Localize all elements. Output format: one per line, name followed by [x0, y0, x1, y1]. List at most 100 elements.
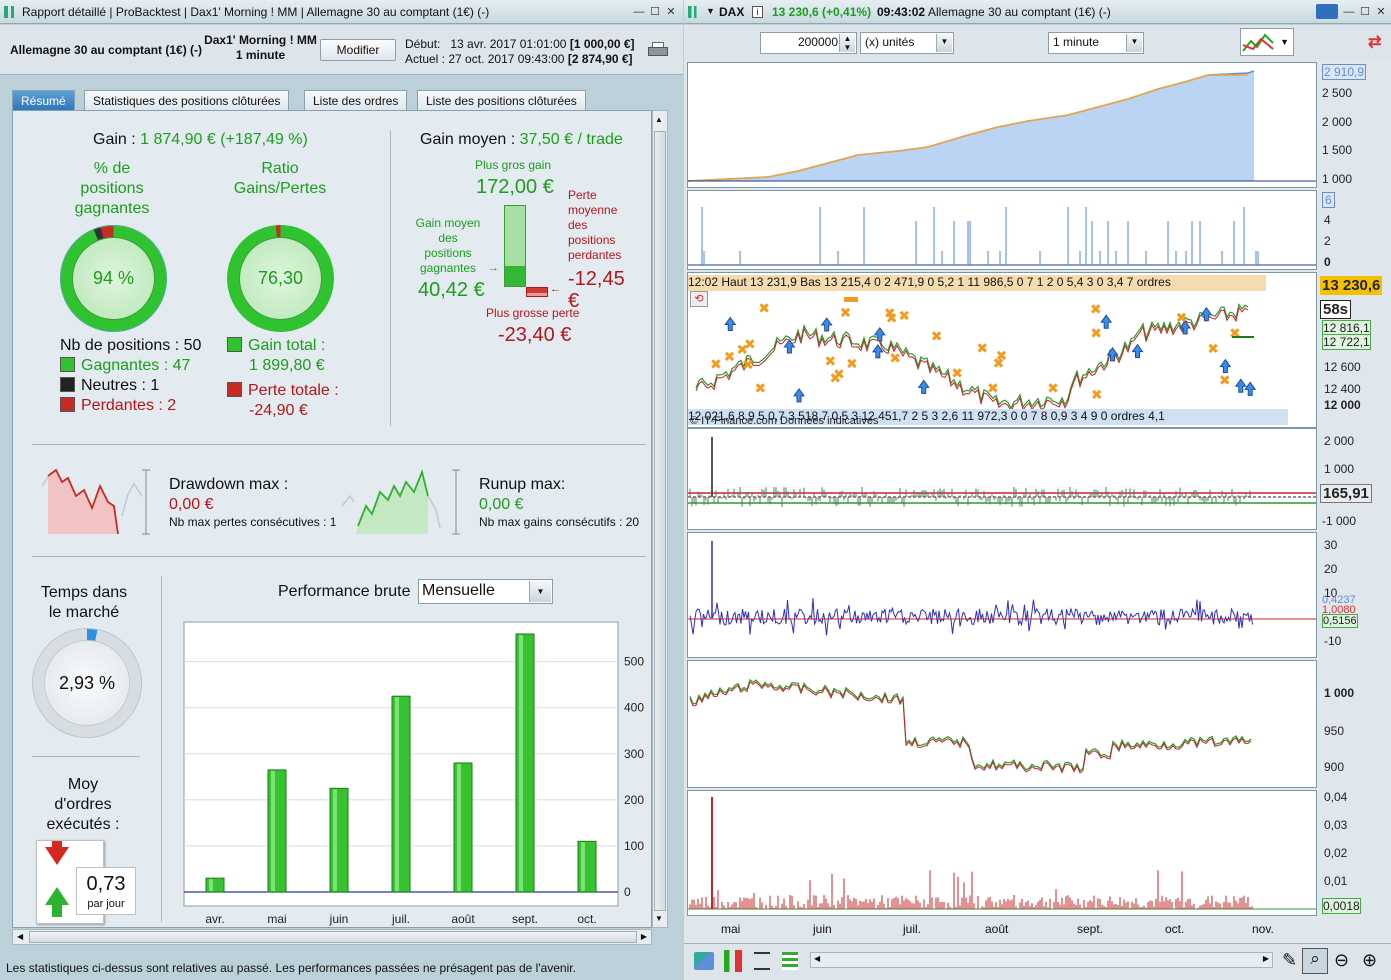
osc1-panel: © IT-Finance.com Données indicatives [687, 415, 1317, 530]
drawdown-label: Drawdown max : [169, 476, 289, 493]
gain-moyen-row: Gain moyen : 37,50 € / trade [420, 131, 623, 148]
refresh-icon[interactable]: ⟲ [690, 291, 708, 307]
tab-liste-ordres[interactable]: Liste des ordres [304, 90, 408, 110]
minimize-icon[interactable]: — [1342, 6, 1356, 18]
sell-marker-icon: ✖ [1090, 302, 1102, 318]
perf-xtick: juil. [391, 912, 410, 926]
buy-marker-icon: ✖ [931, 329, 943, 345]
print-icon[interactable] [648, 42, 668, 58]
sell-marker-icon: ✖ [710, 357, 722, 373]
perf-bar-highlight [519, 635, 523, 891]
modify-button[interactable]: Modifier [320, 39, 396, 61]
sell-marker-icon: ✖ [724, 349, 736, 365]
perdantes-row: Perdantes : 2 [60, 397, 176, 415]
perf-ylabels: 0 100 200 300 400 500 [624, 655, 644, 899]
pct-gagnantes-label: % de positions gagnantes [74, 160, 150, 217]
buy-marker-icon [783, 339, 796, 354]
drawdown-value: 0,00 € [169, 496, 214, 513]
horizontal-scrollbar[interactable]: ◀ ▶ [12, 929, 652, 945]
minimize-icon[interactable]: — [632, 6, 646, 18]
draw-tool-icon[interactable]: ✎ [1282, 950, 1297, 971]
time-axis: mai juin juil. août sept. oct. nov. [687, 918, 1317, 940]
quantity-input[interactable]: 200000 ▲ ▼ [760, 32, 857, 54]
buy-marker-icon [1244, 381, 1257, 396]
perf-xtick: avr. [205, 912, 224, 926]
zoom-select-icon[interactable]: ⌕ [1302, 948, 1328, 974]
keyboard-icon[interactable] [1316, 4, 1338, 19]
export-icon[interactable] [694, 952, 714, 970]
symbol-dropdown-icon[interactable]: ▼ [706, 6, 715, 16]
zoom-out-icon[interactable]: ⊖ [1334, 950, 1349, 971]
plus-gros-gain-value: 172,00 € [476, 176, 554, 198]
positions-panel [687, 190, 1317, 270]
sell-marker-icon: ✖ [898, 308, 910, 324]
close-icon[interactable]: ✕ [664, 6, 678, 18]
nb-positions: Nb de positions : 50 [60, 337, 202, 354]
price-header: 12:02 Haut 13 231,9 Bas 13 215,4 0 2 471… [688, 275, 1266, 291]
maximize-icon[interactable]: ☐ [1358, 6, 1372, 18]
info-icon[interactable]: i [752, 6, 763, 18]
neutres-row: Neutres : 1 [60, 377, 159, 395]
units-select[interactable]: (x) unités ▼ [860, 32, 954, 54]
time: 09:43:02 [877, 5, 926, 19]
sell-marker-icon: ✖ [951, 366, 963, 382]
perf-ytick: 500 [624, 655, 644, 669]
perf-bar-highlight [333, 789, 337, 891]
stepper-icon[interactable]: ▲ ▼ [839, 34, 855, 52]
tab-liste-positions[interactable]: Liste des positions clôturées [417, 90, 586, 110]
moy-ordres-label: Moy d'ordres exécutés : [46, 776, 120, 833]
plus-grosse-perte-label: Plus grosse perte [486, 306, 580, 320]
svg-text:✖: ✖ [1091, 388, 1103, 404]
plus-gros-gain-label: Plus gros gain [475, 158, 552, 172]
perf-bar [205, 877, 225, 893]
indicators-button[interactable]: ▼ [1240, 28, 1294, 56]
temps-marche-label: Temps dans le marché [40, 584, 128, 621]
debut-date: 13 avr. 2017 01:01:00 [450, 37, 567, 51]
svg-text:✖: ✖ [898, 308, 910, 324]
runup-sparkline [341, 469, 460, 535]
vertical-scrollbar[interactable]: ▲ ▼ [652, 110, 668, 928]
perf-brute-label: Performance brute [278, 583, 411, 600]
perf-period-select[interactable]: Mensuelle ▼ [418, 579, 553, 604]
arrow-to-loss: ← [550, 283, 561, 295]
sell-marker-icon [1100, 314, 1113, 329]
buy-marker-icon [793, 387, 805, 403]
maximize-icon[interactable]: ☐ [648, 6, 662, 18]
table-icon[interactable] [782, 952, 798, 970]
actuel-label: Actuel : [405, 52, 446, 66]
perte-totale-row: Perte totale : [227, 382, 339, 400]
timeframe-select[interactable]: 1 minute ▼ [1048, 32, 1144, 54]
candles-icon[interactable] [724, 950, 742, 972]
buy-marker-icon: ✖ [889, 351, 901, 367]
debut-value: [1 000,00 €] [569, 37, 635, 51]
window-title: Rapport détaillé | ProBacktest | Dax1' M… [22, 5, 490, 19]
buy-marker-icon: ✖ [976, 341, 988, 357]
instrument-title: Allemagne 30 au comptant (1€) (-) [928, 5, 1111, 19]
svg-text:✖: ✖ [1090, 302, 1102, 318]
svg-text:✖: ✖ [744, 337, 756, 353]
svg-text:✖: ✖ [829, 371, 841, 387]
timeframe-label: 1 minute [235, 48, 286, 62]
perf-bar-chart: avr. mai juin juil. août sept. oct. 0 100 200 300… [183, 621, 644, 926]
timeline-scrollbar[interactable]: ◀ ▶ [810, 952, 1273, 968]
tab-statistiques[interactable]: Statistiques des positions clôturées [84, 90, 290, 110]
perf-ytick: 0 [624, 885, 631, 899]
chart-icon [4, 6, 18, 18]
svg-text:✖: ✖ [996, 349, 1008, 365]
list-icon[interactable] [754, 952, 770, 970]
perf-ytick: 100 [624, 839, 644, 853]
zoom-in-icon[interactable]: ⊕ [1362, 950, 1377, 971]
perf-bar [453, 762, 473, 893]
sell-marker-icon: ✖ [1229, 326, 1241, 342]
gain-value: 1 874,90 € (+187,49 %) [140, 131, 308, 148]
perf-bar [267, 769, 287, 893]
tab-resume[interactable]: Résumé [12, 90, 75, 110]
month-label: oct. [1165, 922, 1185, 936]
buy-marker-icon [1131, 343, 1144, 359]
gain-total-row: Gain total : [227, 337, 325, 355]
link-icon[interactable]: ⇄ [1368, 32, 1384, 56]
drawdown-sparkline [41, 468, 150, 535]
perf-ytick: 400 [624, 701, 644, 715]
svg-text:✖: ✖ [1207, 341, 1219, 357]
close-icon[interactable]: ✕ [1374, 6, 1388, 18]
